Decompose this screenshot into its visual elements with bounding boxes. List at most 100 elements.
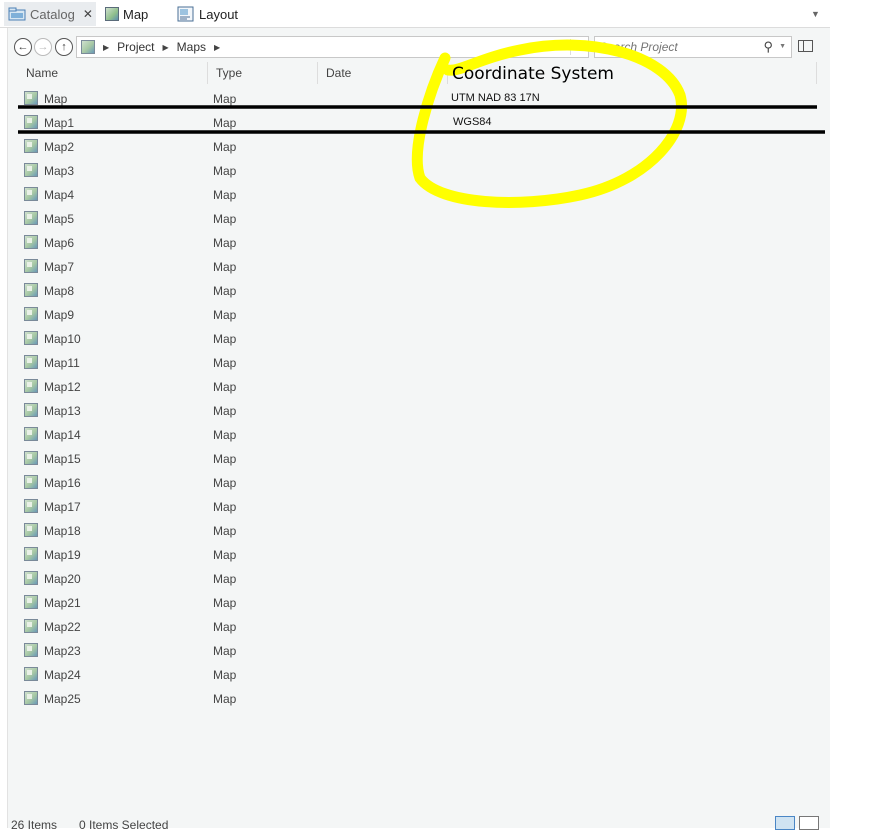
item-type: Map [213, 596, 237, 610]
close-icon[interactable]: ✕ [83, 7, 93, 21]
map-icon [24, 259, 38, 273]
map-icon [24, 115, 38, 129]
details-pane-icon[interactable] [798, 40, 813, 52]
item-type: Map [213, 428, 237, 442]
tab-overflow-icon[interactable]: ▼ [811, 9, 820, 19]
list-item[interactable]: Map3 Map [21, 159, 821, 183]
item-name: Map5 [44, 212, 75, 226]
item-type: Map [213, 692, 237, 706]
search-icon[interactable]: ⚲ [763, 39, 773, 55]
list-item[interactable]: Map20 Map [21, 567, 821, 591]
catalog-view: ← → ↑ ▶ Project ▶ Maps ▶ ▼ ↻ ⚲ ▼ Name Ty… [7, 28, 830, 828]
item-name: Map [44, 92, 68, 106]
list-item[interactable]: Map23 Map [21, 639, 821, 663]
map-icon [24, 379, 38, 393]
search-options-icon[interactable]: ▼ [779, 43, 786, 50]
location-dropdown-icon[interactable]: ▼ [562, 42, 570, 51]
column-header-name[interactable]: Name [26, 66, 58, 86]
breadcrumb-project[interactable]: Project [117, 40, 154, 54]
item-type: Map [213, 212, 237, 226]
items-count: 26 Items [11, 818, 58, 832]
column-divider[interactable] [317, 62, 318, 84]
item-name: Map3 [44, 164, 75, 178]
tab-map-label: Map [123, 6, 149, 22]
map-icon [24, 619, 38, 633]
selected-count: 0 Items Selected [79, 818, 169, 832]
up-arrow-icon[interactable]: ↑ [55, 38, 73, 56]
list-item[interactable]: Map1 Map WGS84 [21, 111, 821, 135]
search-input[interactable] [595, 40, 745, 54]
item-name: Map6 [44, 236, 75, 250]
list-item[interactable]: Map21 Map [21, 591, 821, 615]
forward-arrow-icon[interactable]: → [34, 38, 52, 56]
list-item[interactable]: Map12 Map [21, 375, 821, 399]
list-item[interactable]: Map5 Map [21, 207, 821, 231]
item-type: Map [213, 140, 237, 154]
map-icon [24, 331, 38, 345]
item-type: Map [213, 476, 237, 490]
item-type: Map [213, 236, 237, 250]
item-name: Map23 [44, 644, 81, 658]
list-item[interactable]: Map19 Map [21, 543, 821, 567]
item-name: Map22 [44, 620, 81, 634]
location-bar[interactable]: ▶ Project ▶ Maps ▶ ▼ ↻ [76, 36, 589, 58]
item-type: Map [213, 380, 237, 394]
breadcrumb-separator-icon: ▶ [162, 42, 169, 52]
list-item[interactable]: Map6 Map [21, 231, 821, 255]
column-header-date[interactable]: Date [326, 66, 351, 86]
tab-map[interactable]: Map [102, 2, 168, 26]
item-type: Map [213, 164, 237, 178]
search-box: ⚲ ▼ [594, 36, 792, 58]
list-item[interactable]: Map2 Map [21, 135, 821, 159]
list-item[interactable]: Map25 Map [21, 687, 821, 711]
list-item[interactable]: Map13 Map [21, 399, 821, 423]
list-item[interactable]: Map17 Map [21, 495, 821, 519]
column-header-type[interactable]: Type [216, 66, 242, 86]
list-view-button[interactable] [775, 816, 795, 830]
tab-catalog[interactable]: Catalog ✕ [4, 2, 96, 26]
item-coordinate-system: WGS84 [453, 116, 492, 128]
refresh-icon[interactable]: ↻ [570, 39, 586, 55]
coordinate-system-heading: Coordinate System [452, 64, 614, 84]
list-item[interactable]: Map15 Map [21, 447, 821, 471]
column-divider[interactable] [447, 62, 448, 84]
map-icon [24, 139, 38, 153]
item-type: Map [213, 572, 237, 586]
list-item[interactable]: Map18 Map [21, 519, 821, 543]
list-item[interactable]: Map9 Map [21, 303, 821, 327]
item-type: Map [213, 260, 237, 274]
map-icon [24, 187, 38, 201]
breadcrumb-separator-icon: ▶ [214, 42, 221, 52]
list-item[interactable]: Map Map UTM NAD 83 17N [21, 87, 821, 111]
list-item[interactable]: Map22 Map [21, 615, 821, 639]
item-name: Map18 [44, 524, 81, 538]
list-item[interactable]: Map8 Map [21, 279, 821, 303]
pane-tab-bar: Catalog ✕ Map Layout ▼ [0, 0, 830, 28]
list-item[interactable]: Map24 Map [21, 663, 821, 687]
item-list: Map Map UTM NAD 83 17N Map1 Map WGS84 Map2 Map M… [21, 87, 821, 711]
list-item[interactable]: Map14 Map [21, 423, 821, 447]
list-item[interactable]: Map10 Map [21, 327, 821, 351]
map-icon [24, 355, 38, 369]
column-divider[interactable] [207, 62, 208, 84]
map-icon [24, 163, 38, 177]
map-icon [24, 475, 38, 489]
item-name: Map24 [44, 668, 81, 682]
list-item[interactable]: Map16 Map [21, 471, 821, 495]
map-icon [24, 307, 38, 321]
breadcrumb-maps[interactable]: Maps [177, 40, 206, 54]
list-item[interactable]: Map4 Map [21, 183, 821, 207]
map-icon [105, 7, 119, 21]
back-arrow-icon[interactable]: ← [14, 38, 32, 56]
map-icon [24, 499, 38, 513]
column-divider[interactable] [816, 62, 817, 84]
list-item[interactable]: Map11 Map [21, 351, 821, 375]
tile-view-button[interactable] [799, 816, 819, 830]
item-name: Map13 [44, 404, 81, 418]
item-name: Map25 [44, 692, 81, 706]
tab-layout-label: Layout [199, 6, 239, 22]
item-name: Map16 [44, 476, 81, 490]
item-name: Map21 [44, 596, 81, 610]
tab-layout[interactable]: Layout [174, 2, 254, 26]
list-item[interactable]: Map7 Map [21, 255, 821, 279]
